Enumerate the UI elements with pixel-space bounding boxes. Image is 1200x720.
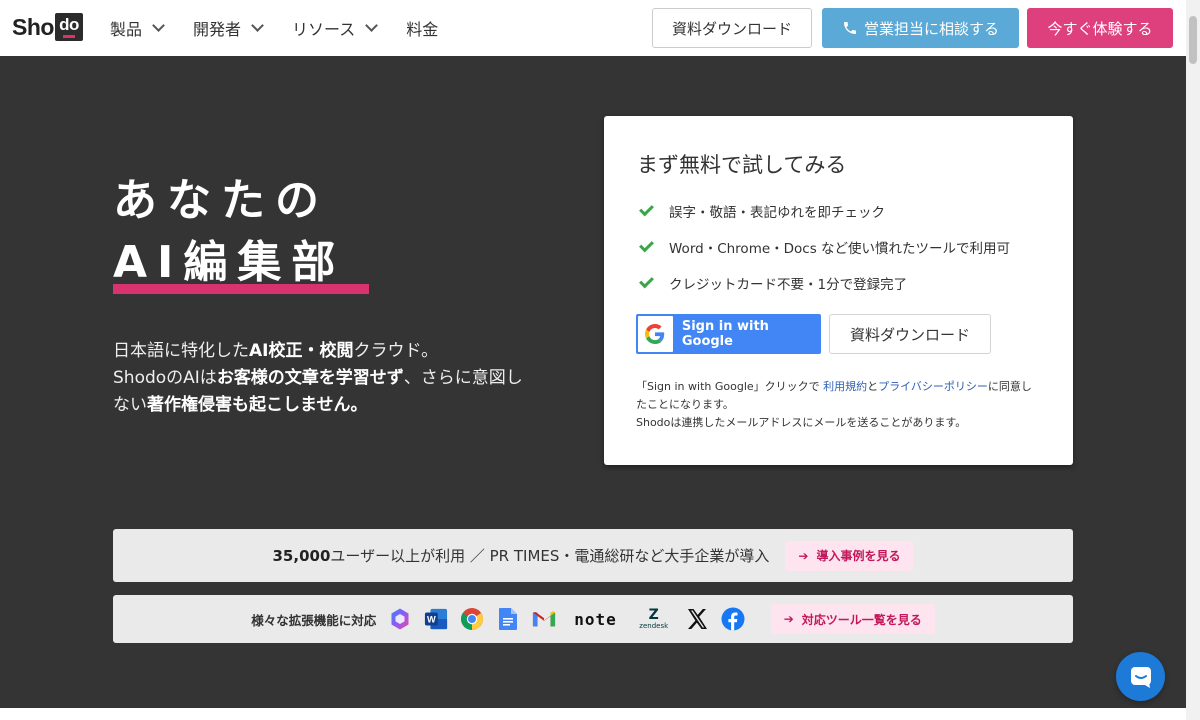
integration-icons: W note Z zendesk: [388, 605, 745, 633]
logo-box-text: do: [59, 15, 79, 34]
check-icon: [639, 237, 654, 253]
svg-text:W: W: [427, 615, 436, 625]
terms-link[interactable]: 利用規約: [823, 380, 867, 393]
site-header: Sho do 製品 開発者 リソース 料金 資料ダウンロード 営業担当に相談する…: [0, 0, 1186, 56]
chevron-down-icon: [251, 19, 264, 32]
user-stats-strip: 35,000ユーザー以上が利用 ／ PR TIMES・電通総研など大手企業が導入…: [113, 529, 1073, 582]
arrow-right-icon: ➔: [783, 612, 794, 626]
copilot-icon: [388, 607, 412, 631]
list-item: クレジットカード不要・1分で登録完了: [639, 265, 1010, 301]
zendesk-logo: Z zendesk: [635, 605, 673, 633]
feature-check-list: 誤字・敬語・表記ゆれを即チェック Word・Chrome・Docs など使い慣れ…: [639, 193, 1011, 301]
terms-notice: 「Sign in with Google」クリックで 利用規約とプライバシーポリ…: [636, 378, 1041, 432]
page-bottom-strip: [0, 708, 1186, 720]
card-download-button[interactable]: 資料ダウンロード: [829, 314, 991, 354]
desc-p2: ShodoのAIは: [113, 368, 217, 388]
note-logo: note: [574, 609, 617, 629]
terms-text-4: Shodoは連携したメールアドレスにメールを送ることがあります。: [636, 416, 967, 429]
header-download-button[interactable]: 資料ダウンロード: [652, 8, 812, 48]
terms-text-2: と: [867, 380, 879, 393]
google-signin-label: Sign in with Google: [681, 319, 769, 349]
user-count: 35,000: [272, 547, 331, 565]
chevron-down-icon: [152, 19, 165, 32]
desc-p1-end: クラウド。: [353, 341, 439, 361]
headline-line1: あなたの: [113, 175, 329, 226]
chevron-down-icon: [365, 19, 379, 32]
headline-underline: [113, 284, 369, 294]
nav-resources-label: リソース: [292, 20, 356, 39]
shodo-logo[interactable]: Sho do: [12, 13, 83, 41]
word-icon: W: [424, 607, 448, 631]
contact-sales-label: 営業担当に相談する: [863, 19, 999, 38]
check-icon: [639, 201, 654, 217]
facebook-icon: [721, 607, 745, 631]
nav-products-label: 製品: [110, 20, 143, 39]
user-stats-text: 35,000ユーザー以上が利用 ／ PR TIMES・電通総研など大手企業が導入: [273, 545, 770, 566]
signup-card: まず無料で試してみる 誤字・敬語・表記ゆれを即チェック Word・Chrome・…: [604, 116, 1073, 465]
x-icon: [685, 607, 709, 631]
logo-underline: [62, 35, 75, 38]
chat-widget-button[interactable]: [1116, 652, 1165, 701]
desc-p1-bold: AI校正・校閲: [249, 341, 354, 361]
page-scrollbar[interactable]: [1186, 0, 1200, 720]
integrations-strip: 様々な拡張機能に対応 W note Z zendesk ➔ 対応ツール一覧を見る: [113, 595, 1073, 643]
google-icon: [638, 316, 673, 352]
check-text: 誤字・敬語・表記ゆれを即チェック: [669, 205, 885, 221]
chrome-icon: [460, 607, 484, 631]
nav-pricing-label: 料金: [406, 20, 439, 39]
nav-resources[interactable]: リソース: [292, 16, 379, 40]
zendesk-wordmark: zendesk: [639, 621, 669, 630]
google-signin-button[interactable]: Sign in with Google: [636, 314, 821, 354]
signup-title: まず無料で試してみる: [637, 153, 847, 177]
chat-icon: [1130, 666, 1151, 688]
check-text: クレジットカード不要・1分で登録完了: [669, 277, 908, 293]
terms-text-1: 「Sign in with Google」クリックで: [636, 380, 824, 393]
logo-box: do: [54, 13, 83, 41]
main-nav: 製品 開発者 リソース 料金: [110, 0, 438, 56]
supported-tools-label: 対応ツール一覧を見る: [801, 612, 922, 627]
check-icon: [639, 273, 654, 289]
user-stats-desc: ユーザー以上が利用 ／ PR TIMES・電通総研など大手企業が導入: [330, 547, 770, 565]
hero-description: 日本語に特化したAI校正・校閲クラウド。 ShodoのAIはお客様の文章を学習せ…: [113, 338, 533, 419]
nav-pricing[interactable]: 料金: [406, 16, 438, 40]
desc-p3-bold: 著作権侵害も起こしません。: [147, 395, 368, 415]
contact-sales-button[interactable]: 営業担当に相談する: [822, 8, 1019, 48]
logo-prefix: Sho: [12, 13, 54, 40]
nav-products[interactable]: 製品: [110, 16, 165, 40]
arrow-right-icon: ➔: [798, 548, 809, 563]
supported-tools-link[interactable]: ➔ 対応ツール一覧を見る: [770, 604, 935, 634]
desc-p2-bold: お客様の文章を学習せず: [216, 368, 404, 388]
hero-headline: あなたの AI編集部: [113, 170, 345, 294]
check-text: Word・Chrome・Docs など使い慣れたツールで利用可: [669, 241, 1011, 257]
case-studies-label: 導入事例を見る: [816, 549, 901, 563]
nav-developers-label: 開発者: [193, 20, 242, 39]
desc-p1: 日本語に特化した: [113, 341, 249, 361]
nav-developers[interactable]: 開発者: [193, 16, 264, 40]
case-studies-link[interactable]: ➔ 導入事例を見る: [785, 540, 914, 571]
gmail-icon: [532, 607, 556, 631]
list-item: 誤字・敬語・表記ゆれを即チェック: [639, 193, 1010, 229]
google-docs-icon: [496, 607, 520, 631]
list-item: Word・Chrome・Docs など使い慣れたツールで利用可: [639, 229, 1011, 265]
integrations-label: 様々な拡張機能に対応: [251, 612, 377, 628]
privacy-link[interactable]: プライバシーポリシー: [878, 380, 988, 393]
scrollbar-thumb[interactable]: [1189, 16, 1197, 64]
phone-icon: [843, 22, 856, 34]
zendesk-mark: Z: [648, 606, 659, 623]
try-now-button[interactable]: 今すぐ体験する: [1027, 8, 1173, 48]
